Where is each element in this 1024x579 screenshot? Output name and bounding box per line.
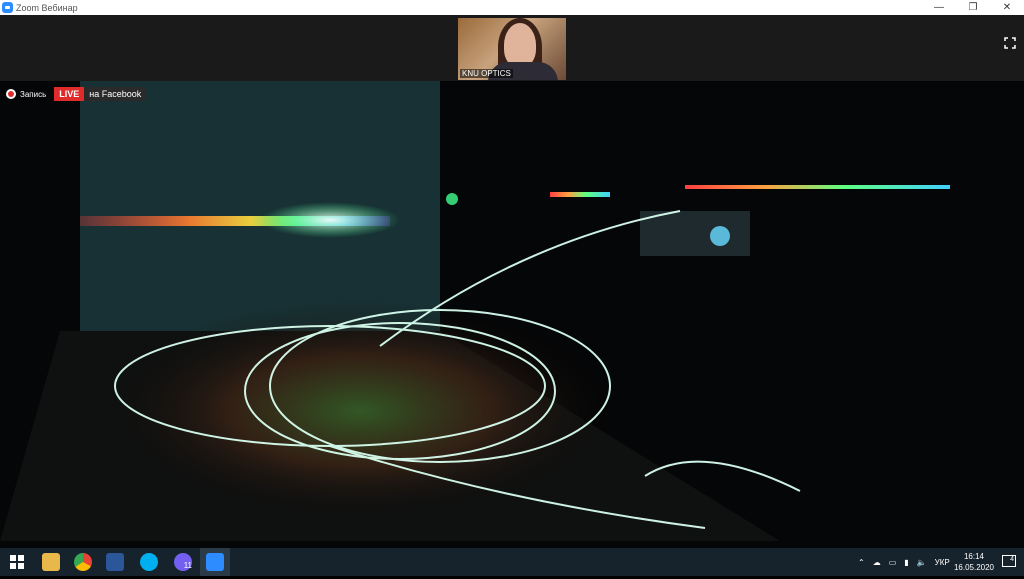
fullscreen-icon[interactable]	[1004, 37, 1016, 49]
participant-strip: KNU OPTICS	[0, 15, 1024, 81]
viber-icon[interactable]: 11	[174, 553, 192, 571]
file-explorer-icon[interactable]	[42, 553, 60, 571]
video-frame	[0, 81, 950, 541]
battery-icon[interactable]: ▭	[889, 558, 897, 567]
window-titlebar: Zoom Вебинар — ❐ ✕	[0, 0, 1024, 15]
live-badge: LIVE	[54, 87, 85, 101]
shared-video	[0, 81, 1024, 548]
word-icon[interactable]	[106, 553, 124, 571]
volume-icon[interactable]: 🔈	[917, 558, 927, 567]
windows-start-icon[interactable]	[8, 553, 26, 571]
zoom-taskbar-icon[interactable]	[206, 553, 224, 571]
notification-center-icon[interactable]: 4	[1002, 555, 1016, 567]
recording-label: Запись	[20, 89, 47, 99]
clock-date: 16.05.2020	[953, 563, 994, 572]
tray-overflow-icon[interactable]: ⌃	[858, 558, 865, 567]
windows-taskbar: 11 ⌃ ☁ ▭ ▮ 🔈 УКР 16:14 16.05.2020 4	[0, 548, 1024, 576]
maximize-button[interactable]: ❐	[956, 0, 990, 15]
participant-thumbnail[interactable]: KNU OPTICS	[458, 18, 566, 80]
record-icon	[6, 89, 16, 99]
network-icon[interactable]: ▮	[904, 558, 908, 567]
language-indicator[interactable]: УКР	[935, 558, 950, 567]
participant-name: KNU OPTICS	[460, 69, 513, 78]
chrome-icon[interactable]	[74, 553, 92, 571]
onedrive-icon[interactable]: ☁	[873, 558, 881, 567]
minimize-button[interactable]: —	[922, 0, 956, 15]
stream-target[interactable]: на Facebook	[84, 87, 147, 101]
window-title: Zoom Вебинар	[16, 2, 78, 13]
recording-bar: Запись LIVE на Facebook	[6, 86, 147, 102]
close-button[interactable]: ✕	[990, 0, 1024, 15]
skype-icon[interactable]	[140, 553, 158, 571]
zoom-logo-icon	[2, 2, 13, 13]
clock-time: 16:14	[963, 552, 984, 561]
system-clock[interactable]: 16:14 16.05.2020	[954, 551, 994, 573]
participant-face	[504, 23, 536, 67]
